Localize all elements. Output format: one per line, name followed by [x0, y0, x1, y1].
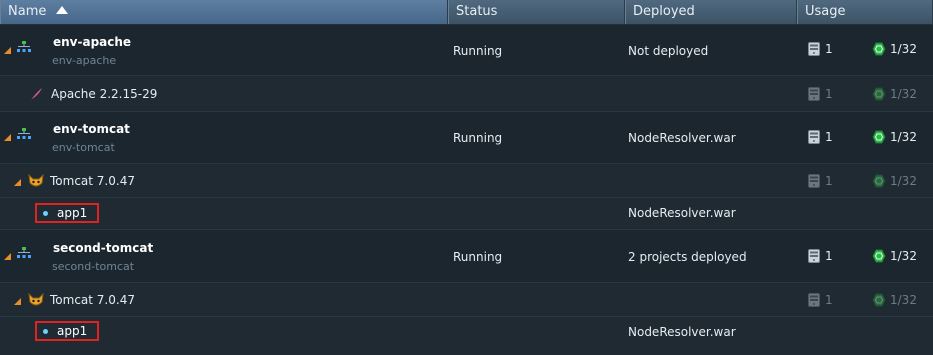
cloudlets-limit: 1/32: [872, 174, 917, 188]
apache-feather-icon: [31, 88, 42, 100]
node-name[interactable]: Tomcat 7.0.47: [50, 174, 135, 188]
node-name[interactable]: Tomcat 7.0.47: [50, 293, 135, 307]
status-text: Running: [453, 250, 503, 264]
cloudlet-icon: [872, 174, 886, 188]
expand-toggle-icon[interactable]: [4, 47, 11, 54]
context-row-app1[interactable]: app1 NodeResolver.war: [0, 198, 933, 230]
deployed-text: NodeResolver.war: [628, 131, 736, 145]
status-text: Running: [453, 131, 503, 145]
cloudlets-count: 1: [825, 42, 833, 56]
cloudlets-ratio: 1/32: [890, 174, 917, 188]
cloudlets-count: 1: [825, 293, 833, 307]
deployed-text: NodeResolver.war: [628, 206, 736, 220]
cloudlets-count: 1: [825, 130, 833, 144]
environment-name[interactable]: second-tomcat: [53, 241, 153, 255]
environment-topology-icon: [17, 128, 31, 139]
cloudlet-icon: [872, 42, 886, 56]
server-icon: [808, 249, 820, 263]
environment-topology-icon: [17, 41, 31, 52]
server-icon: [808, 174, 820, 188]
node-row-tomcat[interactable]: Tomcat 7.0.47 1 1/32: [0, 283, 933, 317]
environment-domain: env-tomcat: [52, 141, 115, 154]
cloudlets-limit: 1/32: [872, 293, 917, 307]
server-icon: [808, 87, 820, 101]
tomcat-icon: [28, 174, 44, 187]
environment-topology-icon: [17, 247, 31, 258]
column-header-usage[interactable]: Usage: [797, 0, 933, 24]
column-usage-label: Usage: [805, 4, 846, 19]
environment-domain: second-tomcat: [52, 260, 135, 273]
cloudlet-icon: [872, 87, 886, 101]
sort-ascending-icon[interactable]: [55, 6, 68, 14]
column-deployed-label: Deployed: [633, 4, 695, 19]
cloudlets-ratio: 1/32: [890, 87, 917, 101]
cloudlets-usage: 1: [808, 130, 833, 144]
cloudlets-limit: 1/32: [872, 130, 917, 144]
server-icon: [808, 130, 820, 144]
cloudlets-ratio: 1/32: [890, 130, 917, 144]
context-highlight[interactable]: app1: [35, 203, 99, 223]
deployed-text: Not deployed: [628, 44, 709, 58]
cloudlets-usage: 1: [808, 87, 833, 101]
column-header-name[interactable]: Name: [0, 0, 448, 24]
cloudlets-usage: 1: [808, 42, 833, 56]
expand-toggle-icon[interactable]: [4, 253, 11, 260]
column-name-label: Name: [8, 4, 47, 19]
environment-domain: env-apache: [52, 54, 117, 67]
column-header-deployed[interactable]: Deployed: [625, 0, 797, 24]
context-bullet-icon: [43, 210, 48, 216]
expand-toggle-icon[interactable]: [14, 179, 21, 186]
node-row-tomcat[interactable]: Tomcat 7.0.47 1 1/32: [0, 164, 933, 198]
cloudlets-count: 1: [825, 87, 833, 101]
server-icon: [808, 293, 820, 307]
context-name[interactable]: app1: [57, 324, 87, 338]
cloudlets-ratio: 1/32: [890, 42, 917, 56]
environments-grid: Name Status Deployed Usage env-apache en…: [0, 0, 933, 355]
status-text: Running: [453, 44, 503, 58]
cloudlet-icon: [872, 249, 886, 263]
tomcat-icon: [28, 293, 44, 306]
cloudlets-limit: 1/32: [872, 42, 917, 56]
cloudlets-limit: 1/32: [872, 249, 917, 263]
context-row-app1[interactable]: app1 NodeResolver.war: [0, 317, 933, 350]
cloudlet-icon: [872, 293, 886, 307]
context-bullet-icon: [43, 328, 48, 334]
node-name[interactable]: Apache 2.2.15-29: [51, 87, 157, 101]
node-row-apache[interactable]: Apache 2.2.15-29 1 1/32: [0, 76, 933, 112]
environment-row-env-apache[interactable]: env-apache env-apache Running Not deploy…: [0, 25, 933, 76]
environment-name[interactable]: env-tomcat: [53, 122, 130, 136]
deployed-text: NodeResolver.war: [628, 325, 736, 339]
context-name[interactable]: app1: [57, 206, 87, 220]
deployed-text: 2 projects deployed: [628, 250, 747, 264]
cloudlets-usage: 1: [808, 249, 833, 263]
column-status-label: Status: [456, 4, 498, 19]
grid-header: Name Status Deployed Usage: [0, 0, 933, 25]
column-header-status[interactable]: Status: [448, 0, 625, 24]
cloudlets-count: 1: [825, 174, 833, 188]
cloudlets-limit: 1/32: [872, 87, 917, 101]
cloudlets-usage: 1: [808, 174, 833, 188]
expand-toggle-icon[interactable]: [14, 298, 21, 305]
context-highlight[interactable]: app1: [35, 321, 99, 341]
cloudlets-ratio: 1/32: [890, 293, 917, 307]
expand-toggle-icon[interactable]: [4, 134, 11, 141]
cloudlets-count: 1: [825, 249, 833, 263]
environment-row-env-tomcat[interactable]: env-tomcat env-tomcat Running NodeResolv…: [0, 112, 933, 164]
cloudlets-usage: 1: [808, 293, 833, 307]
server-icon: [808, 42, 820, 56]
environment-row-second-tomcat[interactable]: second-tomcat second-tomcat Running 2 pr…: [0, 230, 933, 283]
cloudlet-icon: [872, 130, 886, 144]
environment-name[interactable]: env-apache: [53, 35, 131, 49]
cloudlets-ratio: 1/32: [890, 249, 917, 263]
